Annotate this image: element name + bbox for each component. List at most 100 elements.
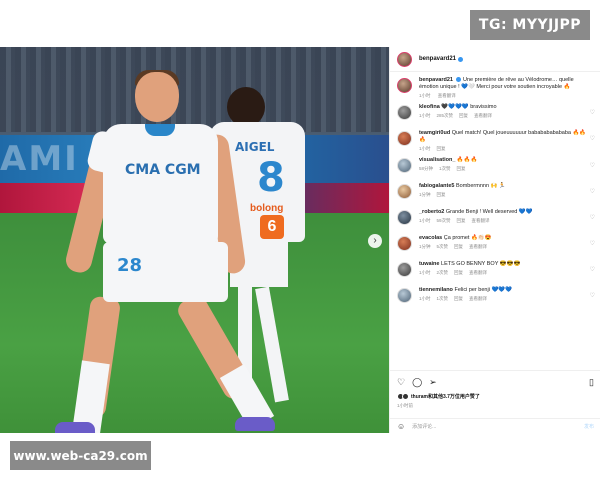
likes-summary[interactable]: thuram和其他3.7万位用户赞了 <box>397 393 594 400</box>
comment-likes[interactable]: 285次赞 <box>437 113 454 118</box>
comment-input[interactable]: 添加评论... <box>412 423 436 430</box>
avatar[interactable] <box>397 105 412 120</box>
comment-time: 1小时 <box>419 146 431 151</box>
reply-link[interactable]: 回复 <box>437 146 446 151</box>
comment-item: tiennemilano Felici per benji 💙💙💙 1小时 1次赞… <box>390 284 600 310</box>
player-front-number: 28 <box>117 255 143 276</box>
add-comment-bar: ☺ 添加评论... 发布 <box>390 418 600 433</box>
translate-link[interactable]: 查看翻译 <box>474 113 492 118</box>
post-date: 1小时前 <box>397 403 414 408</box>
heart-icon[interactable]: ♡ <box>590 109 595 116</box>
player-front-collar <box>145 124 175 136</box>
comment-username[interactable]: tuwaine <box>419 261 439 267</box>
comment-time: 1小时 <box>419 270 431 275</box>
comment-time: 58分钟 <box>419 166 434 171</box>
comment-username[interactable]: evacolas <box>419 235 442 241</box>
comment-likes[interactable]: 59次赞 <box>437 218 451 223</box>
verified-icon <box>458 56 464 62</box>
comment-item: _roberto2 Grande Benji ! Well deserved 💙… <box>390 206 600 232</box>
comment-item: visualisation_ 🔥🔥🔥 58分钟 1次赞 回复 ♡ <box>390 154 600 180</box>
comment-item: fabiogalante5 Bombermnnn 🙌 🏃 1分钟 回复 ♡ <box>390 180 600 206</box>
player-front-sponsor: CMA CGM <box>125 162 201 178</box>
heart-icon[interactable]: ♡ <box>590 266 595 273</box>
comment-text: 🔥🔥🔥 <box>456 157 478 163</box>
comment-username[interactable]: kleofina <box>419 104 440 110</box>
watermark-top: TG: MYYJJPP <box>470 10 590 40</box>
watermark-bottom: www.web-ca29.com <box>10 441 151 470</box>
post-comment-button[interactable]: 发布 <box>584 423 594 430</box>
avatar[interactable] <box>397 184 412 199</box>
comment-text: 🖤💙💙💙 bravissimo <box>441 104 497 110</box>
reply-link[interactable]: 回复 <box>454 296 463 301</box>
avatar[interactable] <box>397 288 412 303</box>
instagram-post: AMI AIGEL 8 bolong 6 CMA CGM 28 › benpav… <box>0 47 600 433</box>
heart-icon[interactable]: ♡ <box>590 240 595 247</box>
reply-link[interactable]: 回复 <box>454 244 463 249</box>
comment-item: tuwaine LETS GO BENNY BOY 😎😎😎 1小时 2次赞 回复 查看… <box>390 258 600 284</box>
avatar[interactable] <box>397 51 412 67</box>
comment-username[interactable]: _roberto2 <box>419 209 444 215</box>
reply-link[interactable]: 回复 <box>457 218 466 223</box>
reply-link[interactable]: 回复 <box>437 192 446 197</box>
comment-text: Ça promet 🔥👏🏻😍 <box>443 235 492 241</box>
comment-item: kleofina 🖤💙💙💙 bravissimo 1小时 285次赞 回复 查看翻译 … <box>390 101 600 127</box>
heart-icon[interactable]: ♡ <box>590 135 595 142</box>
comment-username[interactable]: teamgiri0ud <box>419 130 450 136</box>
heart-icon[interactable]: ♡ <box>397 377 405 388</box>
post-photo[interactable]: AMI AIGEL 8 bolong 6 CMA CGM 28 › <box>0 47 389 433</box>
caption-username[interactable]: benpavard21 <box>419 77 453 83</box>
chevron-right-icon[interactable]: › <box>368 234 382 248</box>
comment-text: LETS GO BENNY BOY 😎😎😎 <box>441 261 521 267</box>
translate-link[interactable]: 查看翻译 <box>438 93 456 98</box>
comment-likes[interactable]: 1次赞 <box>439 166 451 171</box>
avatar[interactable] <box>397 262 412 277</box>
comment-time: 1分钟 <box>419 244 431 249</box>
bookmark-icon[interactable]: ▯ <box>589 377 594 388</box>
translate-link[interactable]: 查看翻译 <box>469 296 487 301</box>
avatar[interactable] <box>397 78 412 93</box>
post-actions: ♡ ◯ ➢ ▯ thuram和其他3.7万位用户赞了 1小时前 <box>390 370 600 418</box>
comment-username[interactable]: fabiogalante5 <box>419 183 454 189</box>
reply-link[interactable]: 回复 <box>454 270 463 275</box>
heart-icon[interactable]: ♡ <box>590 292 595 299</box>
avatar[interactable] <box>397 131 412 146</box>
translate-link[interactable]: 查看翻译 <box>472 218 490 223</box>
comment-username[interactable]: tiennemilano <box>419 287 453 293</box>
comment-username[interactable]: visualisation_ <box>419 157 455 163</box>
reply-link[interactable]: 回复 <box>459 113 468 118</box>
avatar[interactable] <box>397 210 412 225</box>
heart-icon[interactable]: ♡ <box>590 214 595 221</box>
heart-icon[interactable]: ♡ <box>590 188 595 195</box>
comment-time: 1小时 <box>419 296 431 301</box>
caption-time: 1小时 <box>419 93 431 98</box>
comment-time: 1分钟 <box>419 192 431 197</box>
heart-icon[interactable]: ♡ <box>590 162 595 169</box>
player-front-head <box>135 72 179 122</box>
likes-text[interactable]: thuram和其他3.7万位用户赞了 <box>411 393 480 400</box>
comment-likes[interactable]: 5次赞 <box>437 244 449 249</box>
comment-text: Grande Benji ! Well deserved 💙💙 <box>445 209 533 215</box>
comment-list: benpavard21 Une première de rêve au Vélo… <box>390 74 600 369</box>
avatar <box>402 393 409 400</box>
comment-likes[interactable]: 2次赞 <box>437 270 449 275</box>
share-icon[interactable]: ➢ <box>429 377 437 388</box>
comment-text: Felici per benji 💙💙💙 <box>454 287 512 293</box>
player-front: CMA CGM 28 <box>55 70 275 433</box>
comment-likes[interactable]: 1次赞 <box>437 296 449 301</box>
reply-link[interactable]: 回复 <box>457 166 466 171</box>
comments-panel: benpavard21 benpavard21 Une première de … <box>389 47 600 433</box>
comment-text: Bombermnnn 🙌 🏃 <box>455 183 506 189</box>
emoji-icon[interactable]: ☺ <box>397 422 405 431</box>
post-header: benpavard21 <box>390 47 600 72</box>
comment-icon[interactable]: ◯ <box>412 377 422 388</box>
player-front-boot <box>235 417 275 431</box>
comment-time: 1小时 <box>419 218 431 223</box>
translate-link[interactable]: 查看翻译 <box>469 270 487 275</box>
comment-item: evacolas Ça promet 🔥👏🏻😍 1分钟 5次赞 回复 查看翻译 ♡ <box>390 232 600 258</box>
translate-link[interactable]: 查看翻译 <box>469 244 487 249</box>
comment-item: teamgiri0ud Quel match! Quel joueuuuuuur… <box>390 127 600 154</box>
header-username[interactable]: benpavard21 <box>419 56 456 62</box>
avatar[interactable] <box>397 236 412 251</box>
verified-icon <box>456 77 462 83</box>
avatar[interactable] <box>397 158 412 173</box>
